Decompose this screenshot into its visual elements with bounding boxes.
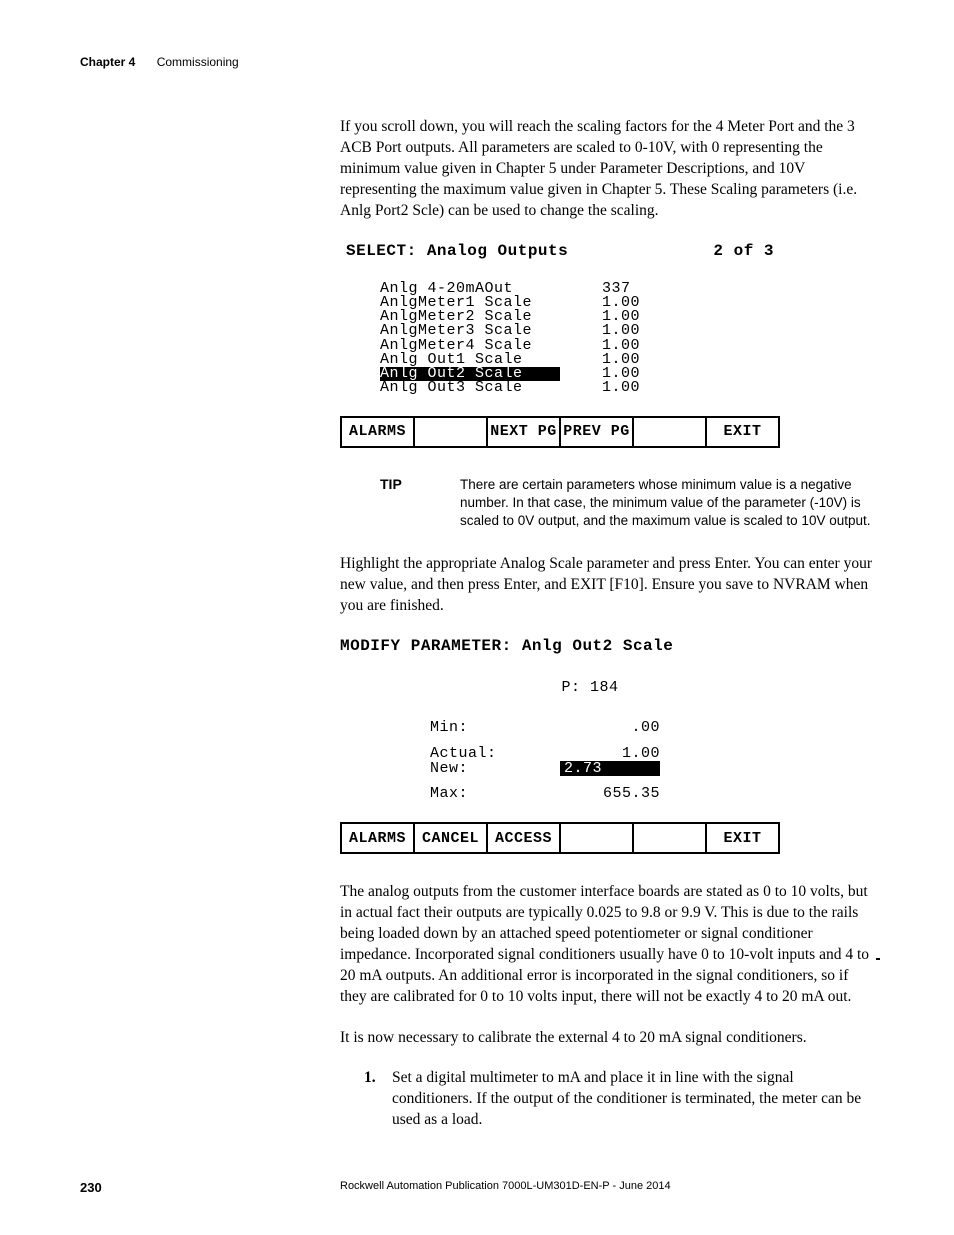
body-paragraph-4: It is now necessary to calibrate the ext… bbox=[340, 1028, 874, 1049]
publication-info: Rockwell Automation Publication 7000L-UM… bbox=[340, 1180, 671, 1195]
fkey-cancel[interactable]: CANCEL bbox=[415, 824, 488, 852]
fkey-exit[interactable]: EXIT bbox=[707, 418, 778, 446]
page-number: 230 bbox=[80, 1180, 340, 1195]
margin-tick-icon bbox=[876, 958, 880, 960]
max-label: Max: bbox=[430, 782, 560, 806]
fkey-prev-pg[interactable]: PREV PG bbox=[561, 418, 634, 446]
new-label: New: bbox=[430, 761, 560, 776]
fkey-empty bbox=[634, 824, 707, 852]
step-text: Set a digital multimeter to mA and place… bbox=[392, 1068, 874, 1131]
hmi2-fkey-row: ALARMS CANCEL ACCESS EXIT bbox=[340, 822, 780, 854]
hmi-param-list: Anlg 4-20mAOut337 AnlgMeter1 Scale1.00 A… bbox=[380, 282, 780, 396]
hmi2-param-id: P: 184 bbox=[340, 679, 760, 696]
hmi-modify-screen: MODIFY PARAMETER: Anlg Out2 Scale P: 184… bbox=[340, 637, 780, 854]
tip-label: TIP bbox=[380, 476, 460, 531]
fkey-empty bbox=[561, 824, 634, 852]
chapter-title: Commissioning bbox=[157, 55, 239, 69]
new-value-input[interactable]: 2.73 bbox=[560, 761, 660, 776]
hmi2-title: MODIFY PARAMETER: Anlg Out2 Scale bbox=[340, 637, 780, 655]
intro-paragraph-1: If you scroll down, you will reach the s… bbox=[340, 117, 874, 222]
fkey-exit[interactable]: EXIT bbox=[707, 824, 778, 852]
param-label: Anlg Out3 Scale bbox=[380, 381, 560, 395]
body-paragraph-3: The analog outputs from the customer int… bbox=[340, 882, 874, 1008]
fkey-next-pg[interactable]: NEXT PG bbox=[488, 418, 561, 446]
max-value: 655.35 bbox=[560, 782, 660, 806]
body-paragraph-2: Highlight the appropriate Analog Scale p… bbox=[340, 554, 874, 617]
min-value: .00 bbox=[560, 716, 660, 740]
page-header: Chapter 4 Commissioning bbox=[80, 55, 874, 69]
step-number: 1. bbox=[364, 1068, 392, 1131]
fkey-empty bbox=[634, 418, 707, 446]
hmi-fkey-row: ALARMS NEXT PG PREV PG EXIT bbox=[340, 416, 780, 448]
hmi-title-left: SELECT: Analog Outputs bbox=[346, 242, 568, 260]
param-value: 1.00 bbox=[560, 381, 640, 395]
tip-callout: TIP There are certain parameters whose m… bbox=[380, 476, 874, 531]
fkey-empty bbox=[415, 418, 488, 446]
fkey-access[interactable]: ACCESS bbox=[488, 824, 561, 852]
fkey-alarms[interactable]: ALARMS bbox=[342, 418, 415, 446]
fkey-alarms[interactable]: ALARMS bbox=[342, 824, 415, 852]
hmi-page-indicator: 2 of 3 bbox=[713, 242, 774, 260]
page-footer: 230 Rockwell Automation Publication 7000… bbox=[80, 1180, 874, 1195]
chapter-number: Chapter 4 bbox=[80, 55, 135, 69]
min-label: Min: bbox=[430, 716, 560, 740]
tip-text: There are certain parameters whose minim… bbox=[460, 476, 874, 531]
step-1: 1. Set a digital multimeter to mA and pl… bbox=[364, 1068, 874, 1131]
actual-value: 1.00 bbox=[560, 746, 660, 761]
actual-label: Actual: bbox=[430, 746, 560, 761]
hmi-select-screen: SELECT: Analog Outputs 2 of 3 Anlg 4-20m… bbox=[340, 242, 780, 448]
